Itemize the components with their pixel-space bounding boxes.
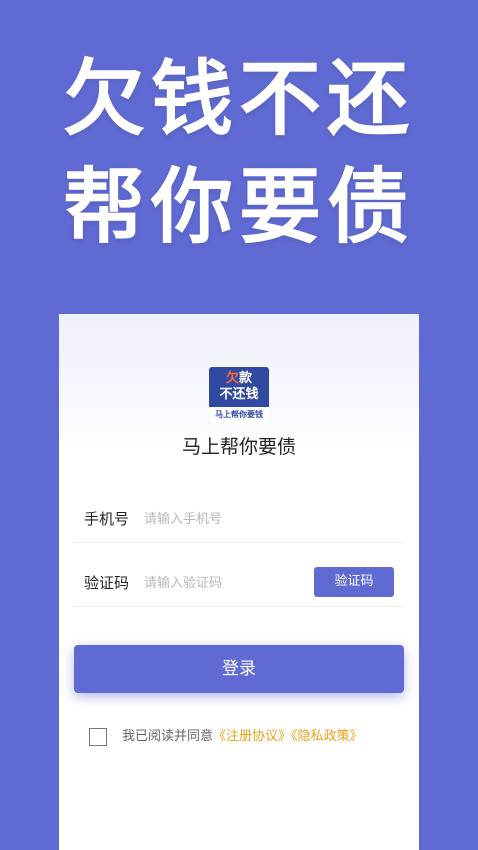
hero-banner: 欠钱不还 帮你要债 (0, 0, 478, 300)
privacy-policy-link[interactable]: 《隐私政策》 (291, 729, 363, 744)
logo-line-top: 欠款 (209, 371, 269, 387)
verification-code-input[interactable] (144, 570, 304, 596)
hero-headline-line2: 帮你要债 (62, 160, 415, 255)
phone-field-row: 手机号 (74, 498, 405, 543)
card-title: 马上帮你要债 (181, 436, 296, 458)
register-agreement-link[interactable]: 《注册协议》 (213, 729, 291, 744)
agreement-checkbox[interactable] (89, 728, 107, 746)
agreement-prefix: 我已阅读并同意 (122, 729, 214, 744)
logo-top-rest: 款 (239, 371, 253, 386)
get-code-button[interactable]: 验证码 (314, 567, 394, 597)
code-field-row: 验证码 验证码 (74, 562, 405, 607)
code-label: 验证码 (84, 574, 130, 592)
hero-headline-line1: 欠钱不还 (62, 52, 415, 147)
phone-input[interactable] (144, 506, 304, 532)
login-button[interactable]: 登录 (74, 645, 404, 693)
phone-label: 手机号 (84, 510, 130, 528)
logo-accent-char: 欠 (225, 371, 239, 386)
logo-line-middle: 不还钱 (219, 387, 259, 402)
agreement-text: 我已阅读并同意《注册协议》《隐私政策》 (122, 728, 363, 746)
login-card: 欠款 不还钱 马上帮你要钱 马上帮你要债 手机号 验证码 验证码 登录 我已阅读… (59, 314, 419, 850)
agreement-row: 我已阅读并同意《注册协议》《隐私政策》 (89, 727, 409, 749)
app-logo: 欠款 不还钱 马上帮你要钱 (209, 367, 269, 423)
logo-subtitle: 马上帮你要钱 (209, 407, 269, 423)
